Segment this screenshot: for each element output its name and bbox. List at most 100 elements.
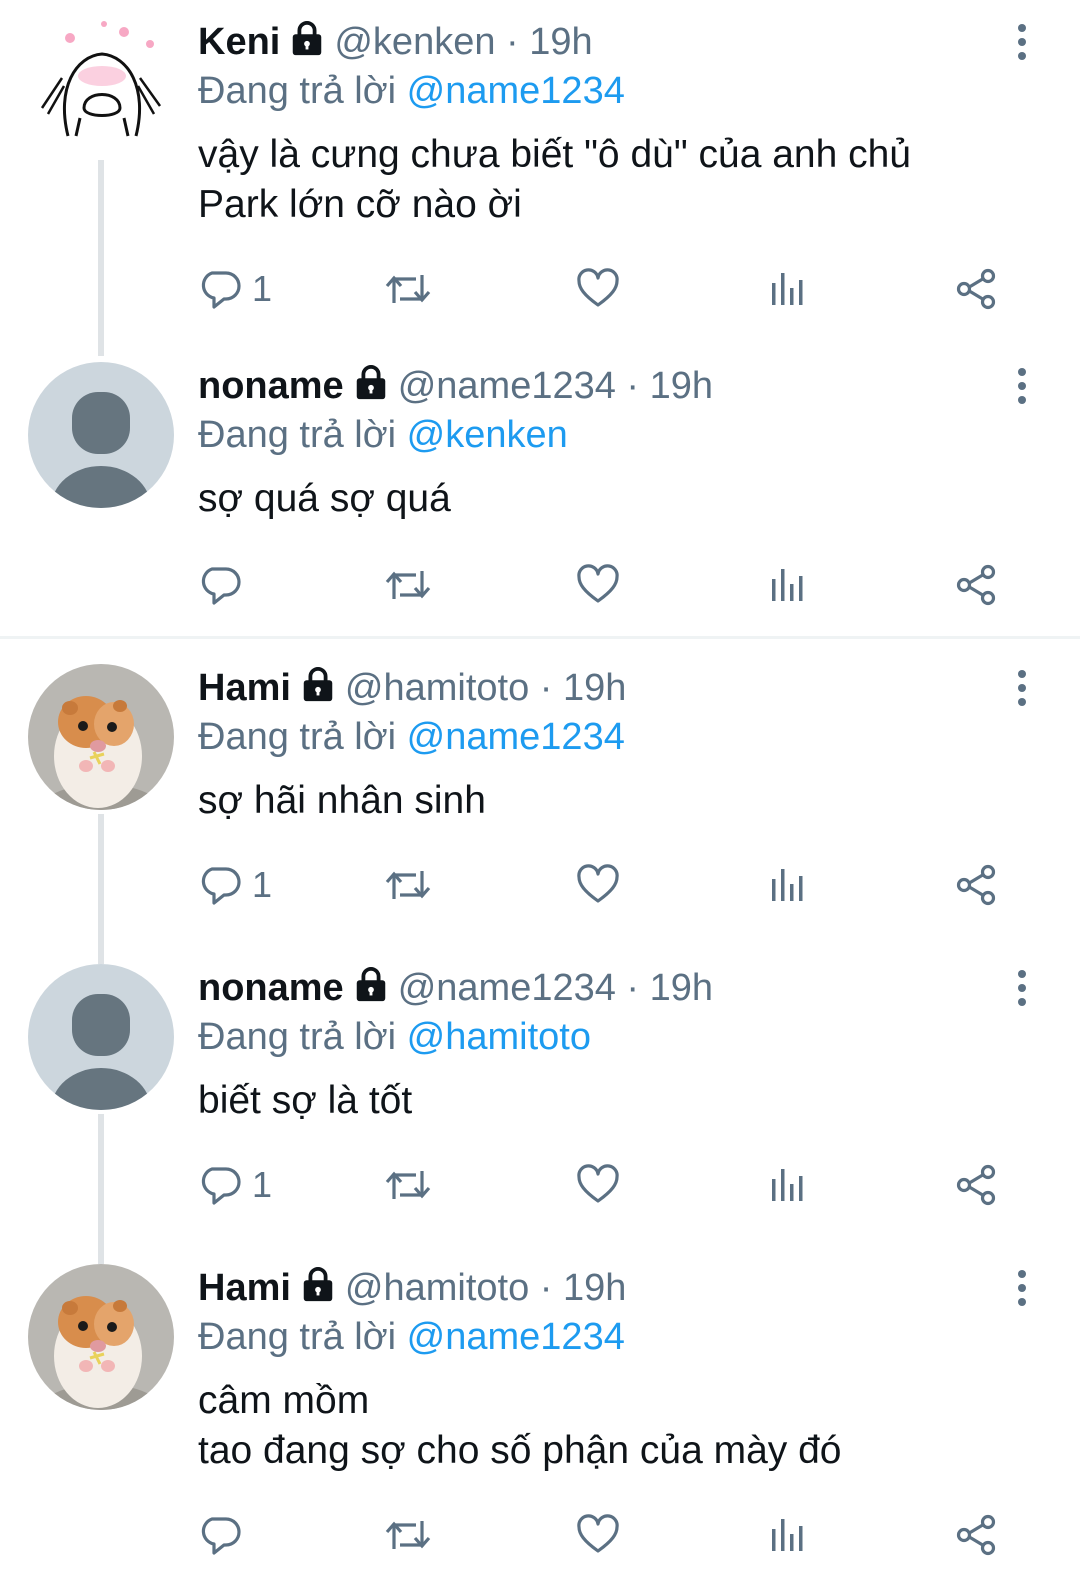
handle[interactable]: @hamitoto [345, 1267, 529, 1309]
tweet[interactable]: noname @name1234 · 19h Đang trả lời @hami… [0, 964, 1080, 1264]
retweet-button[interactable] [384, 560, 432, 610]
tweet[interactable]: Keni @kenken · 19h Đang trả lời @name1234… [0, 18, 1080, 356]
display-name[interactable]: Hami [198, 667, 291, 709]
reply-prefix: Đang trả lời [198, 70, 397, 112]
retweet-button[interactable] [384, 860, 432, 910]
reply-icon [198, 267, 242, 311]
reply-button[interactable] [198, 1510, 252, 1560]
retweet-icon [384, 267, 432, 311]
reply-prefix: Đang trả lời [198, 1316, 397, 1358]
retweet-button[interactable] [384, 1160, 432, 1210]
replying-to: Đang trả lời @hamitoto [198, 1012, 1020, 1062]
replying-to: Đang trả lời @name1234 [198, 66, 1020, 116]
timestamp[interactable]: 19h [650, 365, 713, 407]
avatar[interactable] [28, 362, 174, 508]
views-icon [768, 1165, 808, 1205]
retweet-button[interactable] [384, 264, 432, 314]
display-name[interactable]: Hami [198, 1267, 291, 1309]
timestamp[interactable]: 19h [650, 967, 713, 1009]
like-icon [576, 563, 620, 607]
views-button[interactable] [768, 1510, 808, 1560]
more-icon[interactable] [1012, 968, 1032, 1008]
divider [0, 636, 1080, 639]
tweet-header: noname @name1234 · 19h [198, 967, 714, 1009]
like-button[interactable] [576, 560, 620, 610]
mention-link[interactable]: @name1234 [407, 716, 625, 758]
handle[interactable]: @name1234 [398, 365, 616, 407]
avatar[interactable] [28, 18, 174, 164]
tweet-text: vậy là cưng chưa biết "ô dù" của anh chủ… [198, 133, 912, 226]
share-icon [954, 1163, 998, 1207]
mention-link[interactable]: @kenken [407, 414, 568, 456]
display-name[interactable]: noname [198, 365, 344, 407]
retweet-icon [384, 1163, 432, 1207]
thread-line [98, 1114, 104, 1264]
tweet-content: noname @name1234 · 19h Đang trả lời @hami… [198, 964, 1020, 1126]
reply-feed: Keni @kenken · 19h Đang trả lời @name1234… [0, 0, 1080, 1592]
reply-icon [198, 563, 242, 607]
reply-prefix: Đang trả lời [198, 414, 397, 456]
tweet-text: sợ quá sợ quá [198, 477, 451, 520]
reply-icon [198, 1513, 242, 1557]
timestamp[interactable]: 19h [563, 1267, 626, 1309]
share-button[interactable] [954, 1160, 998, 1210]
avatar[interactable] [28, 1264, 174, 1410]
reply-button[interactable]: 1 [198, 264, 272, 314]
retweet-button[interactable] [384, 1510, 432, 1560]
tweet-content: noname @name1234 · 19h Đang trả lời @kenk… [198, 362, 1020, 524]
display-name[interactable]: noname [198, 967, 344, 1009]
more-icon[interactable] [1012, 366, 1032, 406]
display-name[interactable]: Keni [198, 21, 280, 63]
avatar[interactable] [28, 964, 174, 1110]
handle[interactable]: @hamitoto [345, 667, 529, 709]
views-button[interactable] [768, 560, 808, 610]
like-icon [576, 1163, 620, 1207]
thread-line [98, 160, 104, 356]
handle[interactable]: @name1234 [398, 967, 616, 1009]
like-icon [576, 1513, 620, 1557]
more-icon[interactable] [1012, 668, 1032, 708]
action-bar: 1 [198, 860, 1018, 910]
views-button[interactable] [768, 860, 808, 910]
views-icon [768, 865, 808, 905]
tweet-header: Hami @hamitoto · 19h [198, 1267, 627, 1309]
tweet-content: Keni @kenken · 19h Đang trả lời @name1234… [198, 18, 1020, 230]
tweet-text: biết sợ là tốt [198, 1079, 413, 1122]
like-button[interactable] [576, 860, 620, 910]
views-button[interactable] [768, 264, 808, 314]
like-button[interactable] [576, 1160, 620, 1210]
handle[interactable]: @kenken [334, 21, 495, 63]
share-button[interactable] [954, 560, 998, 610]
lock-icon [288, 20, 326, 58]
timestamp[interactable]: 19h [563, 667, 626, 709]
tweet[interactable]: Hami @hamitoto · 19h Đang trả lời @name12… [0, 1264, 1080, 1584]
like-icon [576, 267, 620, 311]
share-icon [954, 563, 998, 607]
tweet[interactable]: noname @name1234 · 19h Đang trả lời @kenk… [0, 362, 1080, 622]
more-icon[interactable] [1012, 22, 1032, 62]
avatar[interactable] [28, 664, 174, 810]
reply-count: 1 [252, 864, 273, 905]
lock-icon [299, 666, 337, 704]
reply-button[interactable]: 1 [198, 860, 272, 910]
views-icon [768, 269, 808, 309]
retweet-icon [384, 563, 432, 607]
like-button[interactable] [576, 1510, 620, 1560]
mention-link[interactable]: @name1234 [407, 70, 625, 112]
share-button[interactable] [954, 264, 998, 314]
mention-link[interactable]: @name1234 [407, 1316, 625, 1358]
reply-button[interactable] [198, 560, 252, 610]
like-button[interactable] [576, 264, 620, 314]
replying-to: Đang trả lời @name1234 [198, 1312, 1020, 1362]
tweet[interactable]: Hami @hamitoto · 19h Đang trả lời @name12… [0, 664, 1080, 964]
mention-link[interactable]: @hamitoto [407, 1016, 591, 1058]
share-button[interactable] [954, 860, 998, 910]
tweet-header: Keni @kenken · 19h [198, 20, 593, 63]
share-button[interactable] [954, 1510, 998, 1560]
reply-button[interactable]: 1 [198, 1160, 272, 1210]
retweet-icon [384, 1513, 432, 1557]
timestamp[interactable]: 19h [529, 21, 592, 63]
more-icon[interactable] [1012, 1268, 1032, 1308]
views-button[interactable] [768, 1160, 808, 1210]
lock-icon [352, 364, 390, 402]
